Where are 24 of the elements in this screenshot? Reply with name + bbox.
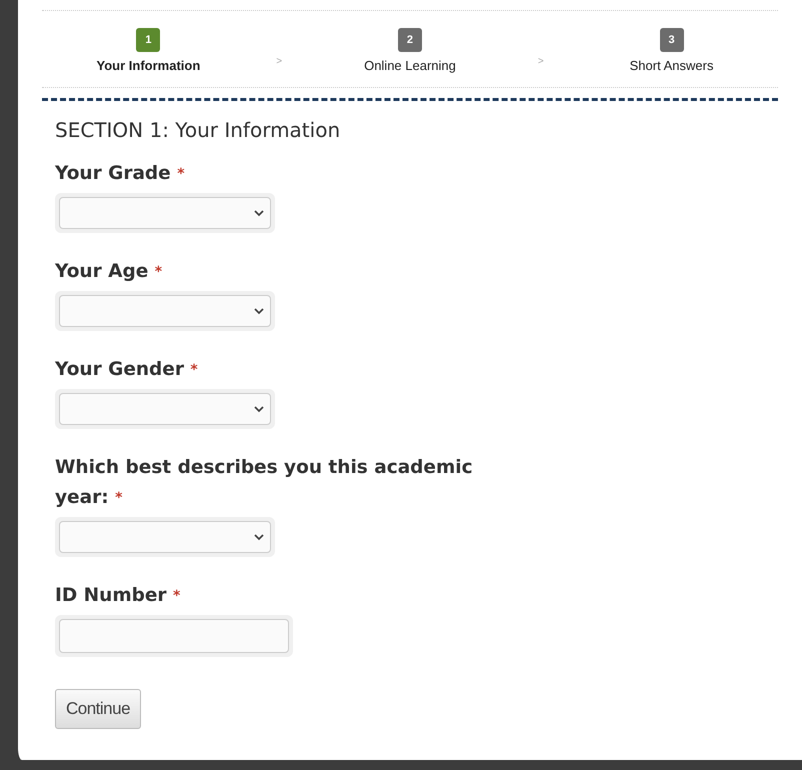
step-label[interactable]: Online Learning [364, 56, 456, 76]
step-separator: > [276, 55, 282, 69]
step-separator: > [538, 55, 544, 69]
step-number[interactable]: 3 [660, 28, 684, 52]
chevron-down-icon [254, 534, 264, 540]
field-label: Your Grade * [55, 162, 186, 186]
continue-button[interactable]: Continue [55, 689, 142, 728]
step-number[interactable]: 2 [398, 28, 422, 52]
step-label[interactable]: Your Information [96, 56, 200, 76]
field-label: Which best describes you this academic year: * [55, 456, 474, 510]
field-label: ID Number * [55, 584, 182, 608]
select-field[interactable] [59, 197, 271, 229]
chevron-down-icon [254, 308, 264, 314]
select-field[interactable] [59, 295, 271, 327]
step-label[interactable]: Short Answers [630, 56, 714, 76]
step-number[interactable]: 1 [136, 28, 160, 52]
input-field[interactable] [59, 619, 289, 653]
section-title: SECTION 1: Your Information [55, 117, 342, 144]
field-label: Your Age * [55, 260, 164, 284]
select-field[interactable] [59, 393, 271, 425]
select-field[interactable] [59, 521, 271, 553]
field-label: Your Gender * [55, 358, 199, 382]
chevron-down-icon [254, 406, 264, 412]
chevron-down-icon [254, 210, 264, 216]
